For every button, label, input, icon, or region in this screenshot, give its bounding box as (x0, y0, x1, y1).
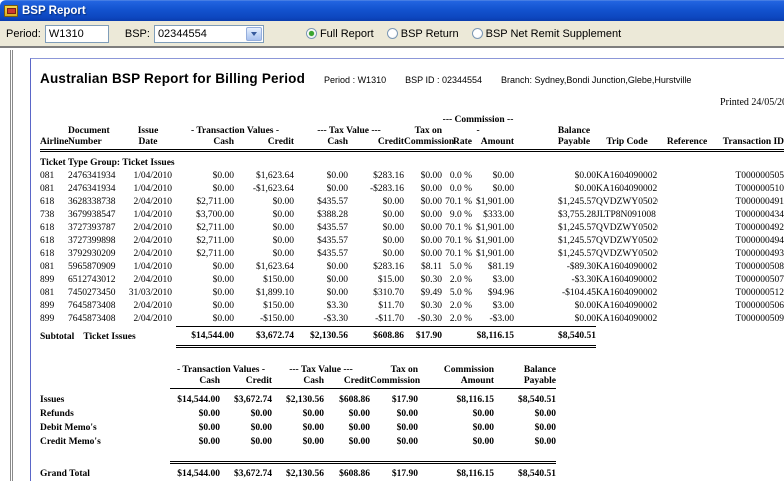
table-row: 081 2476341934 1/04/2010 $0.00 $1,623.64 $0.0… (40, 171, 784, 181)
content-area: Australian BSP Report for Billing Period… (0, 50, 784, 481)
report-title: Australian BSP Report for Billing Period (40, 71, 306, 86)
table-row: Issues $14,544.00 $3,672.74 $2,130.56 $608.8… (40, 394, 557, 405)
table-row: 081 7450273450 31/03/2010 $0.00 $1,899.10 $0.… (40, 288, 784, 298)
table-row: 618 3727399898 2/04/2010 $2,711.00 $0.00 $435… (40, 236, 784, 246)
table-row: 618 3727393787 2/04/2010 $2,711.00 $0.00 $435… (40, 223, 784, 233)
report-page: Australian BSP Report for Billing Period… (30, 58, 784, 481)
radio-bsp-net-remit[interactable]: BSP Net Remit Supplement (471, 27, 622, 40)
bsp-detail-table: Document Issue - Transaction Values - --… (40, 115, 784, 348)
header-row-groups: Document Issue - Transaction Values - --… (68, 115, 591, 136)
grand-total-row: Grand Total $14,544.00 $3,672.74 $2,130.… (40, 460, 557, 481)
radio-bsp-return[interactable]: BSP Return (386, 27, 459, 40)
report-branch: Branch: Sydney,Bondi Junction,Glebe,Hurs… (501, 75, 692, 85)
table-row: 899 7645873408 2/04/2010 $0.00 $150.00 $3.30 $… (40, 301, 784, 311)
report-bsp-id: BSP ID : 02344554 (405, 75, 482, 85)
radio-selected-icon (305, 28, 317, 39)
summary-header-groups: - Transaction Values - --- Tax Value ---… (176, 365, 557, 375)
table-row: 738 3679938547 1/04/2010 $3,700.00 $0.00 $388… (40, 210, 784, 220)
radio-unselected-icon (386, 28, 398, 39)
title-bar[interactable]: BSP Report (0, 0, 784, 21)
dropdown-arrow-icon[interactable] (245, 26, 262, 41)
table-row: 618 3792930209 2/04/2010 $2,711.00 $0.00 $435… (40, 249, 784, 259)
radio-bsp-return-label: BSP Return (400, 27, 459, 40)
detail-rows: 081 2476341934 1/04/2010 $0.00 $1,623.64 $0.0… (40, 170, 784, 327)
bsp-combobox[interactable]: 02344554 (153, 24, 264, 43)
header-row-columns: Airline Number Date Cash Credit Cash Cre… (40, 137, 784, 152)
bsp-report-window: BSP Report Period: BSP: 02344554 Full Re… (0, 0, 784, 481)
table-row: 081 2476341934 1/04/2010 $0.00 -$1,623.64 $0.… (40, 184, 784, 194)
radio-bsp-net-remit-label: BSP Net Remit Supplement (485, 27, 622, 40)
table-row: Credit Memo's $0.00 $0.00 $0.00 $0.00 $0.00 $0… (40, 437, 557, 447)
toolbar: Period: BSP: 02344554 Full Report BSP Re… (0, 21, 784, 48)
printed-date: Printed 24/05/2010 (720, 97, 784, 108)
table-row: Debit Memo's $0.00 $0.00 $0.00 $0.00 $0.00 $0.… (40, 423, 557, 433)
period-label: Period: (6, 27, 41, 40)
table-row: 899 6512743012 2/04/2010 $0.00 $150.00 $0.00 $… (40, 275, 784, 285)
subtotal-label: Subtotal (40, 331, 75, 342)
table-row: 081 5965870909 1/04/2010 $0.00 $1,623.64 $0.0… (40, 262, 784, 272)
radio-full-report-label: Full Report (319, 27, 374, 40)
radio-unselected-icon (471, 28, 483, 39)
bsp-combobox-value: 02344554 (157, 27, 207, 40)
table-row: 618 3628338738 2/04/2010 $2,711.00 $0.00 $435… (40, 197, 784, 207)
window-title: BSP Report (22, 4, 86, 17)
radio-full-report[interactable]: Full Report (305, 27, 374, 40)
table-row: Refunds $0.00 $0.00 $0.00 $0.00 $0.00 $0.00 $0.… (40, 409, 557, 419)
table-row: 899 7645873408 2/04/2010 $0.00 -$150.00 -$3.3… (40, 314, 784, 325)
summary-rows: Issues $14,544.00 $3,672.74 $2,130.56 $608.8… (40, 389, 556, 450)
report-period: Period : W1310 (324, 75, 387, 85)
period-input[interactable] (44, 24, 109, 43)
bsp-label: BSP: (124, 27, 150, 40)
app-icon (4, 4, 18, 17)
splitter-groove (10, 50, 13, 481)
report-header: Australian BSP Report for Billing Period… (40, 71, 784, 86)
spacer-row (40, 449, 556, 462)
ticket-type-group-row: Ticket Type Group: Ticket Issues (40, 158, 175, 168)
subtotal-group-label: Ticket Issues (83, 331, 136, 342)
bsp-summary-table: - Transaction Values - --- Tax Value ---… (40, 365, 557, 481)
report-type-radio-group: Full Report BSP Return BSP Net Remit Sup… (305, 27, 634, 40)
summary-header-columns: Cash Credit Cash Credit Commission Amoun… (40, 376, 557, 389)
subtotal-row: Subtotal Ticket Issues $14,544.00 $3,672.… (40, 326, 784, 348)
